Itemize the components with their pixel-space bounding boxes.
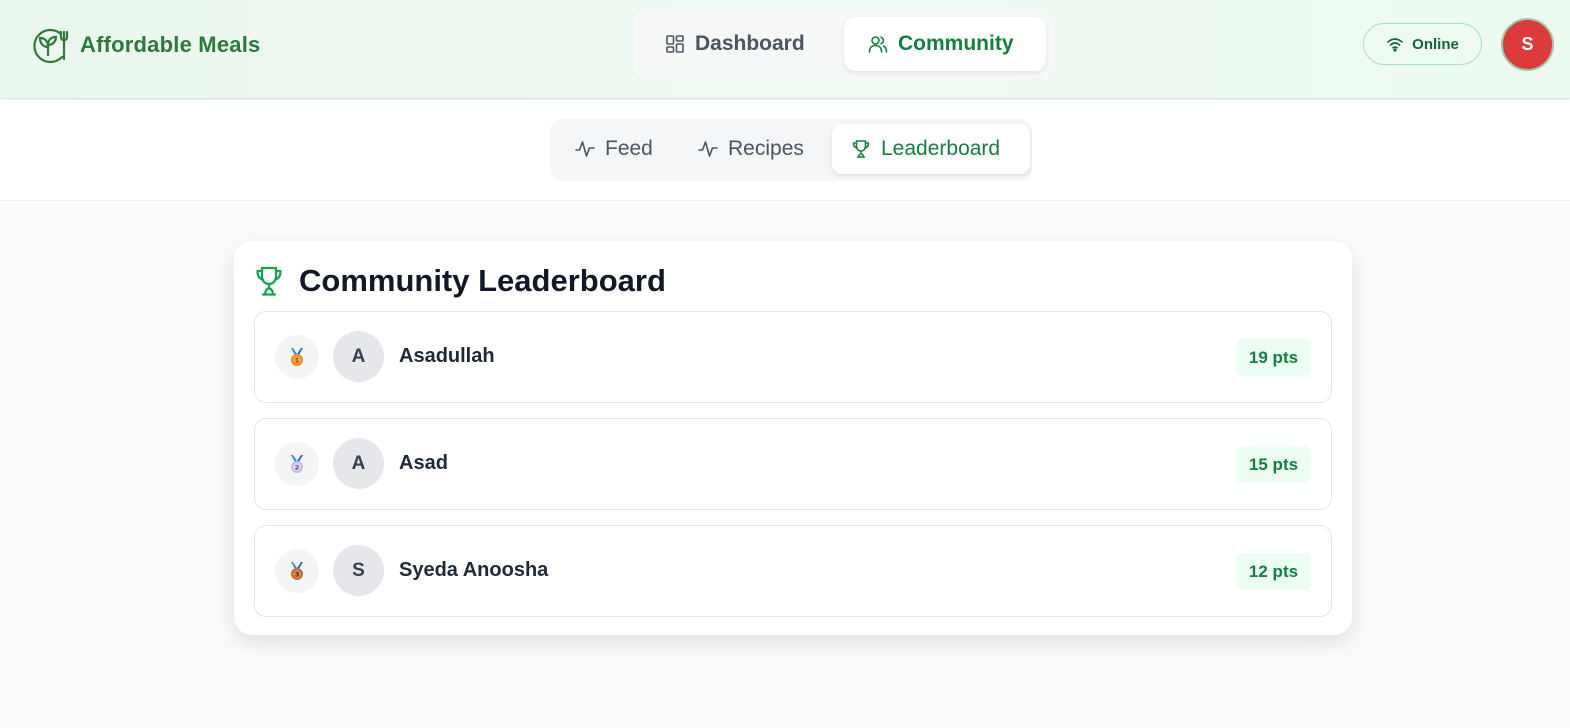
tab-dashboard[interactable]: Dashboard (665, 17, 805, 71)
user-name: Asadullah (399, 345, 495, 367)
tab-community[interactable]: Community (844, 17, 1046, 71)
svg-text:3: 3 (295, 571, 300, 579)
user-name: Syeda Anoosha (399, 559, 549, 581)
users-icon (868, 36, 888, 53)
leaf-fork-logo-icon (33, 28, 69, 64)
user-name: Asad (399, 452, 448, 474)
leaderboard-title: Community Leaderboard (299, 263, 666, 298)
online-status-badge[interactable]: Online (1363, 23, 1482, 65)
avatar-initial: A (351, 452, 366, 474)
rank-badge: 3 (275, 549, 319, 593)
silver-medal-icon: 2 (291, 455, 303, 473)
tab-community-label: Community (898, 32, 1014, 55)
user-avatar-button[interactable]: S (1501, 18, 1554, 71)
svg-text:1: 1 (295, 357, 300, 365)
community-subnav: Feed Recipes Leaderboard (550, 119, 1032, 181)
app-name: Affordable Meals (80, 32, 261, 57)
online-status-label: Online (1412, 35, 1459, 53)
trophy-icon (256, 266, 282, 296)
tab-leaderboard[interactable]: Leaderboard (832, 124, 1030, 174)
dashboard-icon (666, 35, 684, 53)
tab-feed-label: Feed (605, 137, 653, 160)
tab-feed[interactable]: Feed (575, 124, 653, 174)
avatar-initial: S (352, 559, 365, 581)
avatar-initial: A (351, 345, 366, 367)
rank-badge: 2 (275, 442, 319, 486)
tab-recipes-label: Recipes (728, 137, 804, 160)
app-logo[interactable]: Affordable Meals (31, 26, 260, 64)
trophy-icon (852, 140, 870, 158)
avatar: A (333, 331, 384, 382)
leaderboard-row[interactable]: 1 A Asadullah 19 pts (254, 311, 1332, 403)
rank-badge: 1 (275, 335, 319, 379)
tab-leaderboard-label: Leaderboard (881, 137, 1001, 160)
leaderboard-card: Community Leaderboard 1 A Asadullah 19 p… (234, 241, 1352, 635)
points-badge: 19 pts (1236, 339, 1311, 376)
wifi-icon (1387, 38, 1403, 52)
top-header: Affordable Meals Dashboard Community Onl… (0, 0, 1570, 99)
activity-icon (575, 141, 595, 157)
activity-icon (698, 141, 718, 157)
bronze-medal-icon: 3 (291, 562, 303, 580)
main-nav: Dashboard Community (633, 9, 1054, 79)
avatar: S (333, 545, 384, 596)
tab-dashboard-label: Dashboard (695, 32, 805, 55)
leaderboard-row[interactable]: 3 S Syeda Anoosha 12 pts (254, 525, 1332, 617)
leaderboard-row[interactable]: 2 A Asad 15 pts (254, 418, 1332, 510)
community-subnav-bar: Feed Recipes Leaderboard (0, 100, 1570, 201)
svg-text:2: 2 (295, 464, 300, 472)
tab-recipes[interactable]: Recipes (698, 124, 804, 174)
user-avatar-initial: S (1521, 34, 1534, 54)
points-badge: 15 pts (1236, 446, 1311, 483)
leaderboard-header: Community Leaderboard (254, 263, 666, 299)
gold-medal-icon: 1 (291, 348, 303, 366)
avatar: A (333, 438, 384, 489)
points-badge: 12 pts (1236, 553, 1311, 590)
